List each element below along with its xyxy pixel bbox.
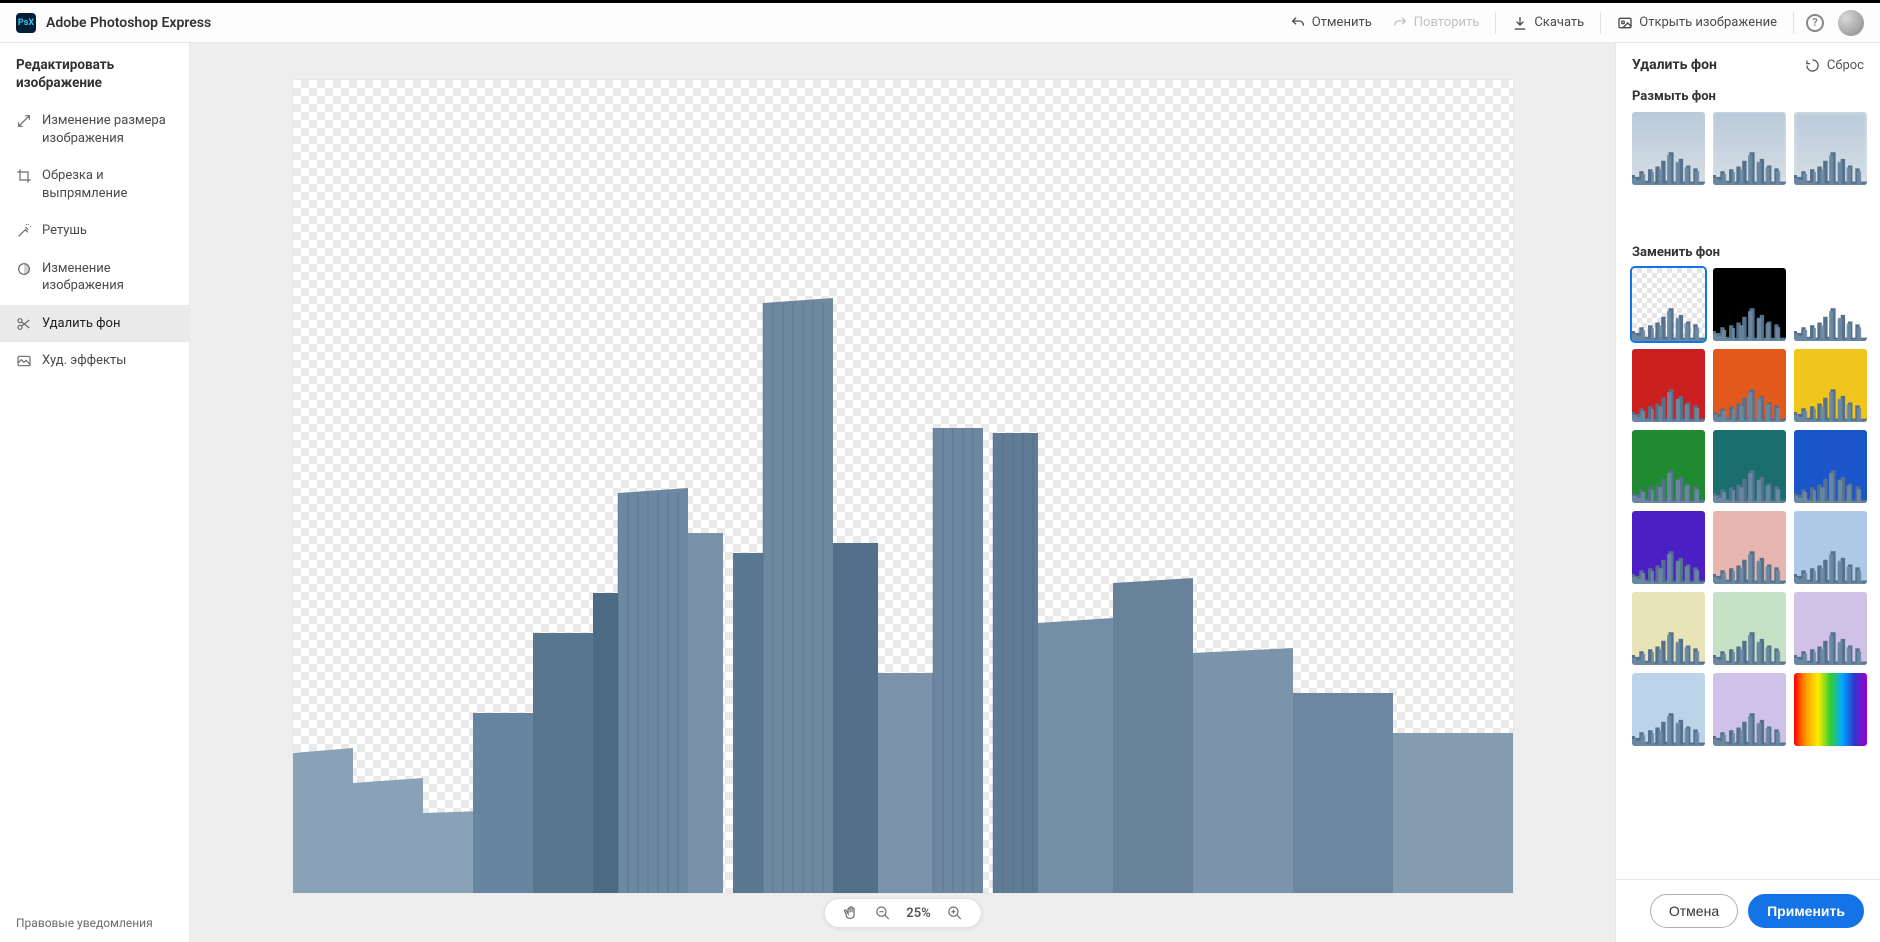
user-avatar[interactable] bbox=[1838, 10, 1864, 36]
canvas-area: 25% bbox=[190, 43, 1616, 942]
reset-button[interactable]: Сброс bbox=[1805, 57, 1864, 73]
right-panel: Удалить фон Сброс Размыть фон Заменить ф… bbox=[1616, 43, 1880, 942]
replace-option-lavender[interactable] bbox=[1794, 592, 1867, 665]
blur-option-blur-low[interactable] bbox=[1713, 112, 1786, 185]
replace-option-blue[interactable] bbox=[1794, 430, 1867, 503]
replace-option-ltblue[interactable] bbox=[1794, 511, 1867, 584]
redo-icon bbox=[1392, 15, 1408, 31]
undo-button[interactable]: Отменить bbox=[1280, 9, 1382, 37]
sidebar-item-retouch[interactable]: Ретушь bbox=[0, 212, 189, 250]
replace-option-rainbow[interactable] bbox=[1794, 673, 1867, 746]
replace-option-lilac[interactable] bbox=[1713, 673, 1786, 746]
apply-button[interactable]: Применить bbox=[1748, 894, 1864, 928]
blur-options-grid bbox=[1628, 112, 1868, 197]
replace-option-white[interactable] bbox=[1794, 268, 1867, 341]
help-icon: ? bbox=[1806, 14, 1824, 32]
redo-label: Повторить bbox=[1414, 15, 1480, 30]
replace-section-label: Заменить фон bbox=[1628, 237, 1868, 268]
sidebar-item-remove-bg[interactable]: Удалить фон bbox=[0, 305, 189, 343]
blur-section-label: Размыть фон bbox=[1628, 81, 1868, 112]
help-button[interactable]: ? bbox=[1800, 8, 1830, 38]
sidebar-item-resize[interactable]: Изменение размера изображения bbox=[0, 102, 189, 157]
zoom-out-icon[interactable] bbox=[874, 905, 890, 921]
open-image-label: Открыть изображение bbox=[1639, 15, 1777, 30]
hand-tool-icon[interactable] bbox=[842, 905, 858, 921]
blur-option-blur-high[interactable] bbox=[1794, 112, 1867, 185]
reset-label: Сброс bbox=[1827, 58, 1864, 73]
replace-option-red[interactable] bbox=[1632, 349, 1705, 422]
sidebar-item-label: Обрезка и выпрямление bbox=[42, 167, 173, 202]
image-icon bbox=[1617, 15, 1633, 31]
undo-icon bbox=[1290, 15, 1306, 31]
sidebar-item-adjust[interactable]: Изменение изображения bbox=[0, 250, 189, 305]
app-logo-icon: PsX bbox=[16, 13, 36, 33]
replace-option-purple[interactable] bbox=[1632, 511, 1705, 584]
replace-option-teal[interactable] bbox=[1713, 430, 1786, 503]
retouch-icon bbox=[16, 223, 32, 239]
divider bbox=[1495, 12, 1496, 34]
left-sidebar: Редактировать изображение Изменение разм… bbox=[0, 43, 190, 942]
replace-option-green[interactable] bbox=[1632, 430, 1705, 503]
replace-option-mint[interactable] bbox=[1713, 592, 1786, 665]
blur-option-blur-none[interactable] bbox=[1632, 112, 1705, 185]
download-button[interactable]: Скачать bbox=[1502, 9, 1594, 37]
replace-option-skyblue[interactable] bbox=[1632, 673, 1705, 746]
redo-button[interactable]: Повторить bbox=[1382, 9, 1490, 37]
replace-option-orange[interactable] bbox=[1713, 349, 1786, 422]
replace-option-cream[interactable] bbox=[1632, 592, 1705, 665]
zoom-controls: 25% bbox=[823, 898, 981, 928]
open-image-button[interactable]: Открыть изображение bbox=[1607, 9, 1787, 37]
replace-option-black[interactable] bbox=[1713, 268, 1786, 341]
sidebar-item-crop[interactable]: Обрезка и выпрямление bbox=[0, 157, 189, 212]
app-title: Adobe Photoshop Express bbox=[46, 15, 211, 31]
canvas[interactable] bbox=[292, 79, 1514, 894]
top-bar: PsX Adobe Photoshop Express Отменить Пов… bbox=[0, 0, 1880, 43]
adjust-icon bbox=[16, 261, 32, 277]
replace-options-grid bbox=[1628, 268, 1868, 758]
reset-icon bbox=[1805, 57, 1821, 73]
sidebar-item-label: Изменение изображения bbox=[42, 260, 173, 295]
replace-option-yellow[interactable] bbox=[1794, 349, 1867, 422]
cancel-button[interactable]: Отмена bbox=[1650, 894, 1738, 928]
zoom-level: 25% bbox=[906, 906, 930, 921]
scissors-icon bbox=[16, 316, 32, 332]
legal-link[interactable]: Правовые уведомления bbox=[0, 904, 189, 942]
download-label: Скачать bbox=[1534, 15, 1584, 30]
panel-title: Удалить фон bbox=[1632, 57, 1717, 73]
resize-icon bbox=[16, 113, 32, 129]
divider bbox=[1793, 12, 1794, 34]
replace-option-pink[interactable] bbox=[1713, 511, 1786, 584]
effects-icon bbox=[16, 353, 32, 369]
replace-option-transparent[interactable] bbox=[1632, 268, 1705, 341]
sidebar-item-label: Изменение размера изображения bbox=[42, 112, 173, 147]
sidebar-item-label: Худ. эффекты bbox=[42, 352, 126, 370]
zoom-in-icon[interactable] bbox=[947, 905, 963, 921]
sidebar-header: Редактировать изображение bbox=[0, 43, 189, 102]
download-icon bbox=[1512, 15, 1528, 31]
crop-icon bbox=[16, 168, 32, 184]
sidebar-item-label: Ретушь bbox=[42, 222, 87, 240]
sidebar-item-effects[interactable]: Худ. эффекты bbox=[0, 342, 189, 380]
canvas-image bbox=[293, 193, 1514, 893]
undo-label: Отменить bbox=[1312, 15, 1372, 30]
sidebar-item-label: Удалить фон bbox=[42, 315, 120, 333]
divider bbox=[1600, 12, 1601, 34]
